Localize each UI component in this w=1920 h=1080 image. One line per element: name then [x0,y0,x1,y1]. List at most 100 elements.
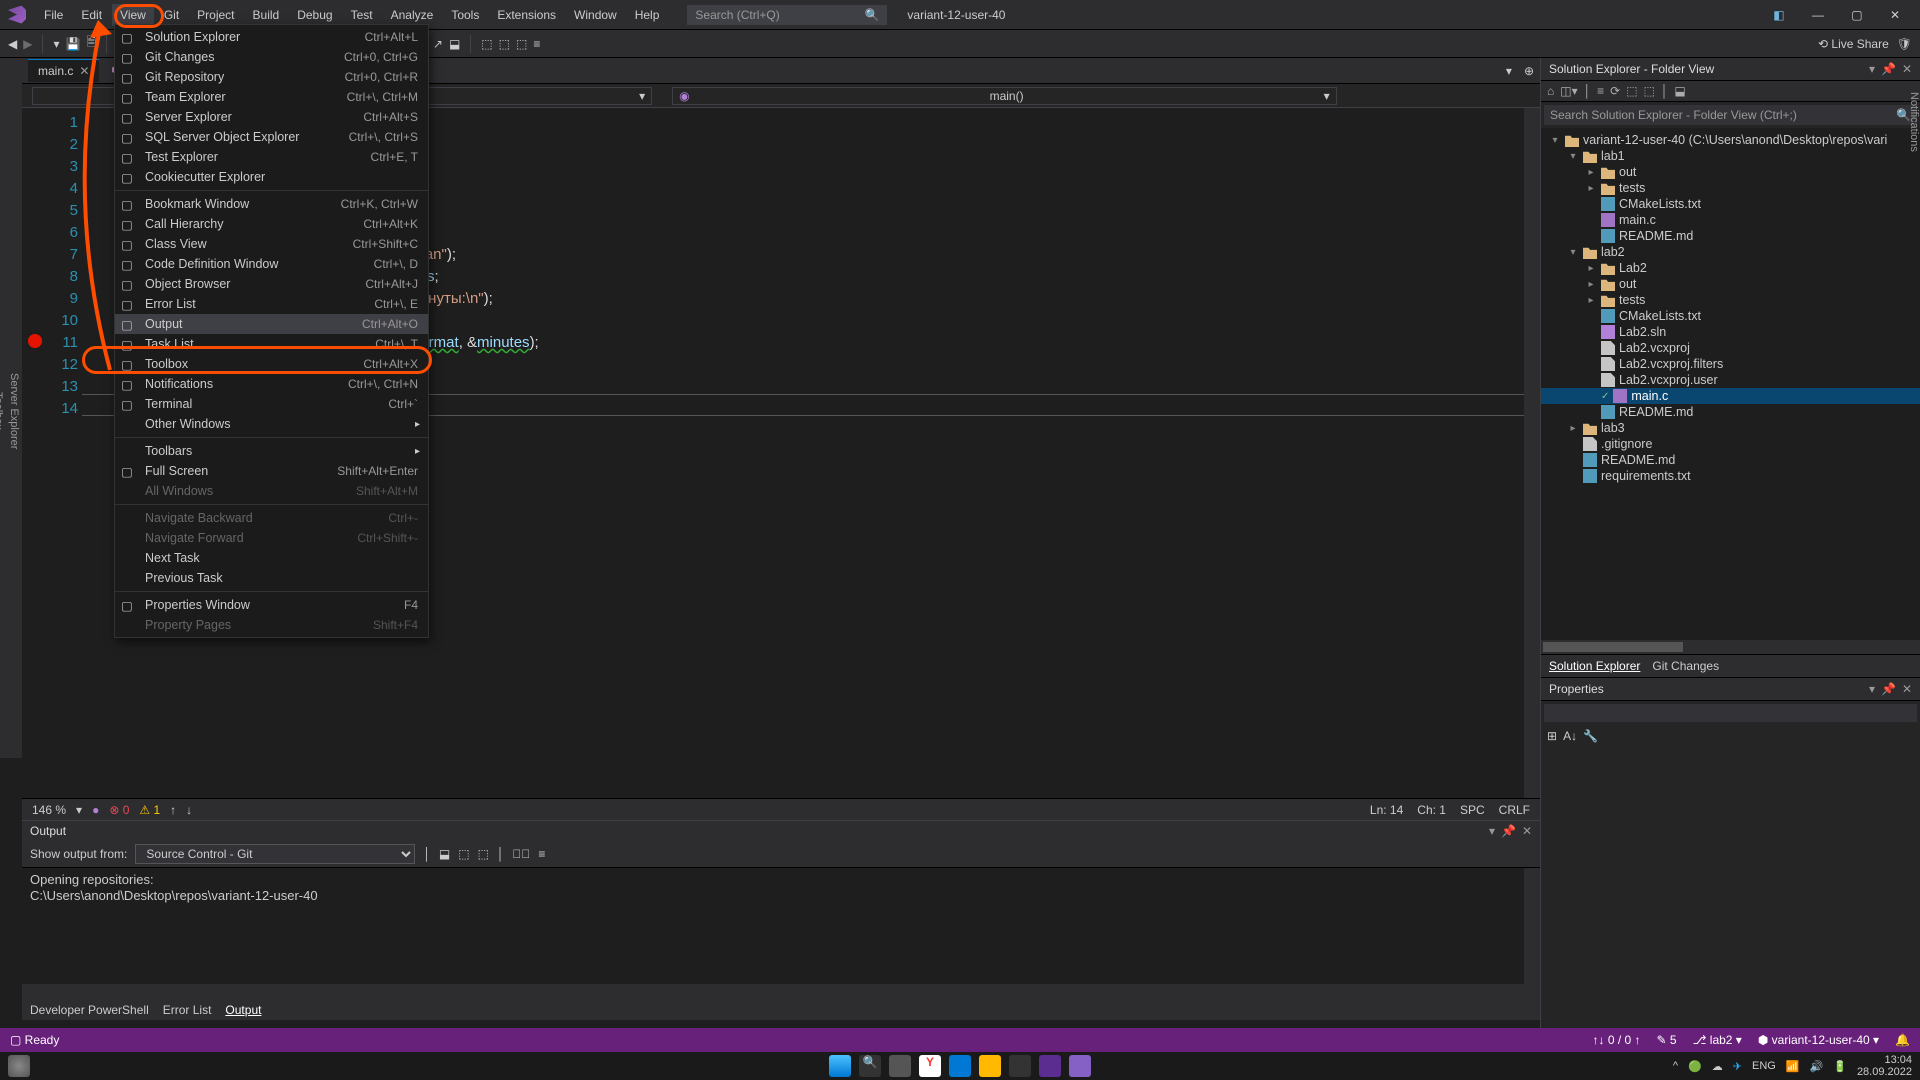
clock[interactable]: 13:0428.09.2022 [1857,1054,1912,1078]
tree-item[interactable]: Lab2.vcxproj.filters [1541,356,1920,372]
tree-item[interactable]: README.md [1541,452,1920,468]
save-icon[interactable]: 💾 [66,37,81,51]
view-menu-sql-server-object-explorer[interactable]: ▢SQL Server Object ExplorerCtrl+\, Ctrl+… [115,127,428,147]
output-source-select[interactable]: Source Control - Git [135,844,415,864]
toolbar-icon[interactable]: ⬚ [499,37,510,51]
dropdown-icon[interactable]: ▾ [1489,824,1495,838]
tab-error-list[interactable]: Error List [163,1003,212,1017]
tray-telegram-icon[interactable]: ✈ [1733,1060,1742,1073]
search-box[interactable]: Search (Ctrl+Q) 🔍 [687,5,887,25]
view-menu-notifications[interactable]: ▢NotificationsCtrl+\, Ctrl+N [115,374,428,394]
new-icon[interactable]: ▾ [53,37,59,51]
tree-item[interactable]: ▸out [1541,164,1920,180]
scope-function[interactable]: ◉ main()▾ [672,87,1337,105]
weather-icon[interactable] [8,1055,30,1077]
menu-analyze[interactable]: Analyze [383,4,442,26]
tree-item[interactable]: CMakeLists.txt [1541,196,1920,212]
menu-window[interactable]: Window [566,4,625,26]
breakpoint-icon[interactable] [28,334,42,348]
yandex-icon[interactable]: Y [919,1055,941,1077]
battery-icon[interactable]: 🔋 [1833,1060,1847,1073]
zoom-level[interactable]: 146 % [32,803,66,817]
alphabetical-icon[interactable]: A↓ [1563,729,1577,743]
dropdown-icon[interactable]: ▾ [1869,62,1875,76]
toolbar-icon[interactable]: ⬚ [1626,84,1637,98]
view-menu-code-definition-window[interactable]: ▢Code Definition WindowCtrl+\, D [115,254,428,274]
notifications-tab[interactable]: Notifications [1900,86,1920,152]
pin-icon[interactable]: 📌 [1881,62,1896,76]
menu-project[interactable]: Project [189,4,242,26]
git-repo[interactable]: ⬢ variant-12-user-40 ▾ [1758,1033,1879,1047]
explorer-icon[interactable] [979,1055,1001,1077]
switch-view-icon[interactable]: ◫▾ [1560,84,1577,98]
menu-tools[interactable]: Tools [443,4,487,26]
tab-overflow-icon[interactable]: ▾ [1500,64,1518,78]
tree-h-scrollbar[interactable] [1541,640,1920,654]
indent-mode[interactable]: SPC [1460,803,1485,817]
health-icon[interactable]: ● [92,803,99,817]
view-menu-properties-window[interactable]: ▢Properties WindowF4 [115,595,428,615]
view-menu-cookiecutter-explorer[interactable]: ▢Cookiecutter Explorer [115,167,428,187]
toolbar-icon[interactable]: ⟳ [1610,84,1620,98]
editor-scrollbar[interactable] [1524,108,1540,820]
next-issue-icon[interactable]: ↓ [186,803,192,817]
server-explorer-tab[interactable]: Server Explorer [6,64,22,758]
line-col[interactable]: Ln: 14 [1370,803,1403,817]
vs-icon[interactable] [1069,1055,1091,1077]
output-scrollbar[interactable] [1524,868,1540,984]
git-branch[interactable]: ⎇ lab2 ▾ [1693,1033,1742,1047]
taskview-icon[interactable] [889,1055,911,1077]
git-pending[interactable]: ✎ 5 [1657,1033,1677,1047]
keep-open-icon[interactable]: ⊕ [1518,64,1540,78]
view-menu-next-task[interactable]: Next Task [115,548,428,568]
toolbar-icon[interactable]: ≡ [533,37,540,51]
menu-edit[interactable]: Edit [73,4,110,26]
tree-item[interactable]: ▾lab1 [1541,148,1920,164]
menu-debug[interactable]: Debug [289,4,340,26]
warning-count[interactable]: ⚠ 1 [139,803,160,817]
view-menu-class-view[interactable]: ▢Class ViewCtrl+Shift+C [115,234,428,254]
nav-fwd-icon[interactable]: ▶ [23,37,32,51]
prev-issue-icon[interactable]: ↑ [170,803,176,817]
language-indicator[interactable]: ENG [1752,1060,1776,1072]
toolbar-icon[interactable]: ⬚ [458,847,469,861]
properties-selector[interactable] [1544,704,1917,722]
output-text[interactable]: Opening repositories: C:\Users\anond\Des… [22,868,1540,984]
toolbar-icon[interactable]: ⬓ [439,847,450,861]
tree-item[interactable]: README.md [1541,228,1920,244]
view-menu-error-list[interactable]: ▢Error ListCtrl+\, E [115,294,428,314]
view-menu-previous-task[interactable]: Previous Task [115,568,428,588]
tree-item[interactable]: Lab2.vcxproj.user [1541,372,1920,388]
toolbar-icon[interactable]: ↗ [433,37,443,51]
view-menu-server-explorer[interactable]: ▢Server ExplorerCtrl+Alt+S [115,107,428,127]
view-menu-full-screen[interactable]: ▢Full ScreenShift+Alt+Enter [115,461,428,481]
tree-item[interactable]: ▸out [1541,276,1920,292]
solution-tree[interactable]: ▾variant-12-user-40 (C:\Users\anond\Desk… [1541,128,1920,640]
clear-icon[interactable]: ✕⃞ [512,847,530,861]
start-icon[interactable] [829,1055,851,1077]
toolbar-icon[interactable]: ⬓ [449,37,460,51]
tree-item[interactable]: ▸lab3 [1541,420,1920,436]
tab-output[interactable]: Output [225,1003,261,1017]
toolbar-icon[interactable]: ⬚ [478,847,489,861]
tab-solution-explorer[interactable]: Solution Explorer [1549,659,1640,673]
view-menu-output[interactable]: ▢OutputCtrl+Alt+O [115,314,428,334]
view-menu-other-windows[interactable]: Other Windows [115,414,428,434]
char-col[interactable]: Ch: 1 [1417,803,1446,817]
output-h-scrollbar[interactable] [22,984,1540,1000]
close-icon[interactable]: ✕ [1902,682,1912,696]
toolbar-icon[interactable]: ≡ [1597,84,1604,98]
minimize-button[interactable]: — [1800,2,1836,28]
categorize-icon[interactable]: ⊞ [1547,729,1557,743]
nav-back-icon[interactable]: ◀ [8,37,17,51]
menu-git[interactable]: Git [156,4,187,26]
tree-item[interactable]: ▾variant-12-user-40 (C:\Users\anond\Desk… [1541,132,1920,148]
file-tab-main-c[interactable]: main.c ✕ [28,59,99,82]
tree-item[interactable]: ▸tests [1541,292,1920,308]
menu-file[interactable]: File [36,4,71,26]
menu-test[interactable]: Test [343,4,381,26]
tree-item[interactable]: Lab2.vcxproj [1541,340,1920,356]
view-menu-object-browser[interactable]: ▢Object BrowserCtrl+Alt+J [115,274,428,294]
tray-chevron-icon[interactable]: ^ [1673,1060,1678,1072]
view-menu-toolbox[interactable]: ▢ToolboxCtrl+Alt+X [115,354,428,374]
